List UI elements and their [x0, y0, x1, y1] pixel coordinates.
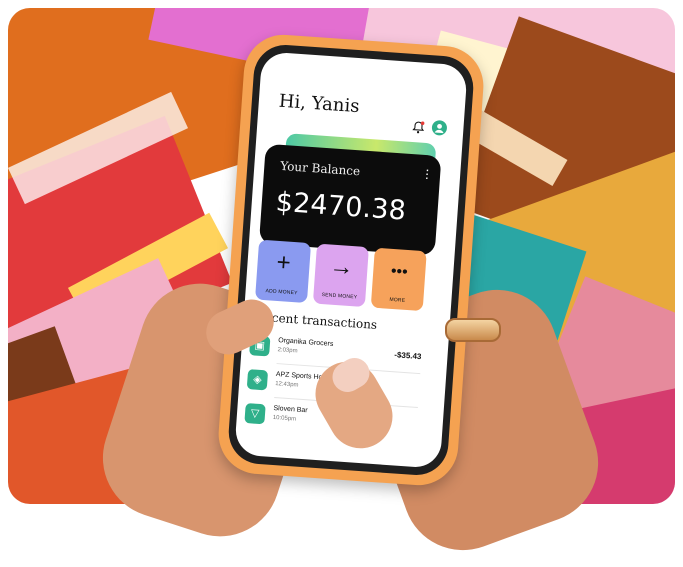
transaction-amount: -$35.43: [394, 350, 422, 362]
user-avatar-icon[interactable]: [431, 119, 448, 136]
more-dots-icon: •••: [390, 262, 409, 281]
more-label: MORE: [389, 296, 406, 304]
add-money-button[interactable]: + ADD MONEY: [255, 239, 312, 304]
gold-ring: [445, 318, 501, 342]
transaction-name: Organika Grocers: [277, 337, 334, 348]
balance-card[interactable]: Your Balance $2470.38 · · ·: [258, 143, 442, 256]
transaction-time: 12:43pm: [274, 381, 299, 389]
send-money-button[interactable]: → SEND MONEY: [312, 243, 369, 308]
balance-label: Your Balance: [279, 158, 361, 179]
cocktail-icon: ▽: [244, 403, 266, 425]
greeting-title: Hi, Yanis: [278, 90, 361, 118]
balance-amount: $2470.38: [274, 186, 408, 227]
arrow-right-icon: →: [328, 252, 355, 282]
plus-icon: +: [275, 248, 292, 277]
bell-icon[interactable]: [411, 120, 426, 135]
more-button[interactable]: ••• MORE: [370, 247, 427, 312]
vertical-dots-icon[interactable]: · · ·: [424, 161, 431, 185]
transaction-time: 10:05pm: [272, 414, 297, 423]
sports-icon: ◈: [246, 369, 269, 391]
send-money-label: SEND MONEY: [321, 292, 358, 301]
transaction-time: 2:03pm: [277, 347, 298, 355]
add-money-label: ADD MONEY: [265, 288, 298, 297]
transaction-name: Sloven Bar: [273, 404, 308, 415]
